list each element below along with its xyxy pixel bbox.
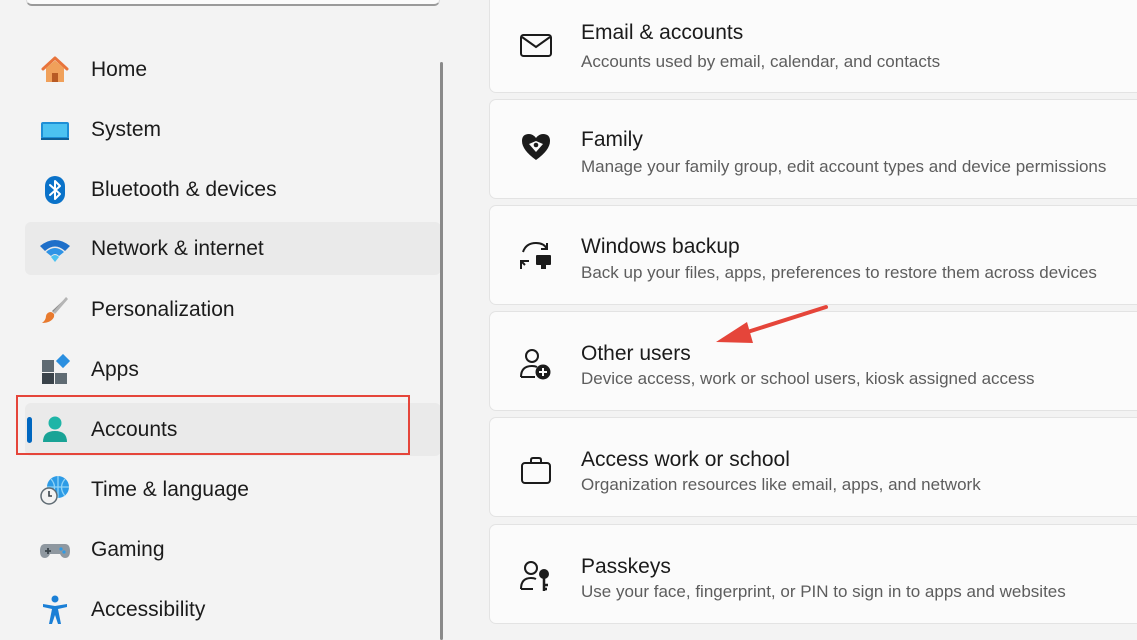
sidebar-item-label: System bbox=[91, 117, 162, 141]
search-settings-input[interactable] bbox=[26, 0, 440, 6]
card-access-work-school[interactable]: Access work or school Organization resou… bbox=[489, 417, 1137, 517]
sidebar-item-label: Bluetooth & devices bbox=[91, 177, 277, 201]
navigation-sidebar: Home System Bluetooth & devices Network … bbox=[0, 0, 444, 640]
gamepad-icon bbox=[39, 534, 71, 566]
card-title: Windows backup bbox=[581, 235, 740, 258]
card-description: Back up your files, apps, preferences to… bbox=[581, 263, 1097, 282]
card-description: Accounts used by email, calendar, and co… bbox=[581, 52, 941, 71]
sidebar-item-gaming[interactable]: Gaming bbox=[25, 523, 441, 576]
sidebar-item-label: Home bbox=[91, 57, 148, 81]
sidebar-item-home[interactable]: Home bbox=[25, 43, 441, 96]
wifi-icon bbox=[39, 233, 71, 265]
bluetooth-icon bbox=[39, 174, 71, 206]
sidebar-item-label: Apps bbox=[91, 357, 139, 381]
card-title: Family bbox=[581, 128, 643, 151]
card-email-accounts[interactable]: Email & accounts Accounts used by email,… bbox=[489, 0, 1137, 93]
sidebar-item-time-language[interactable]: Time & language bbox=[25, 463, 441, 516]
card-description: Organization resources like email, apps,… bbox=[581, 475, 981, 494]
apps-icon bbox=[39, 354, 71, 386]
sidebar-item-network[interactable]: Network & internet bbox=[25, 222, 441, 275]
sidebar-scrollbar[interactable] bbox=[440, 62, 443, 640]
sidebar-item-label: Gaming bbox=[91, 537, 165, 561]
system-monitor-icon bbox=[39, 114, 71, 146]
sidebar-item-personalization[interactable]: Personalization bbox=[25, 283, 441, 336]
sidebar-item-apps[interactable]: Apps bbox=[25, 343, 441, 396]
home-icon bbox=[39, 54, 71, 86]
annotation-arrow bbox=[716, 305, 828, 343]
sidebar-item-bluetooth[interactable]: Bluetooth & devices bbox=[25, 163, 441, 216]
sidebar-item-label: Time & language bbox=[91, 477, 249, 501]
accessibility-icon bbox=[39, 594, 71, 626]
card-family[interactable]: Family Manage your family group, edit ac… bbox=[489, 99, 1137, 199]
card-title: Email & accounts bbox=[581, 21, 744, 44]
backup-sync-icon bbox=[518, 238, 554, 274]
annotation-highlight-box bbox=[16, 395, 410, 455]
sidebar-item-label: Network & internet bbox=[91, 236, 264, 260]
family-heart-icon bbox=[518, 129, 554, 165]
paintbrush-icon bbox=[39, 294, 71, 326]
add-user-icon bbox=[518, 346, 554, 382]
card-title: Passkeys bbox=[581, 555, 671, 578]
sidebar-item-label: Personalization bbox=[91, 297, 235, 321]
passkey-icon bbox=[518, 558, 554, 594]
sidebar-item-accessibility[interactable]: Accessibility bbox=[25, 583, 441, 636]
card-title: Other users bbox=[581, 342, 691, 365]
mail-icon bbox=[518, 27, 554, 63]
card-title: Access work or school bbox=[581, 448, 790, 471]
card-passkeys[interactable]: Passkeys Use your face, fingerprint, or … bbox=[489, 524, 1137, 624]
clock-globe-icon bbox=[39, 474, 71, 506]
card-description: Manage your family group, edit account t… bbox=[581, 157, 1107, 176]
card-description: Device access, work or school users, kio… bbox=[581, 369, 1035, 388]
sidebar-item-system[interactable]: System bbox=[25, 103, 441, 156]
sidebar-item-label: Accessibility bbox=[91, 597, 206, 621]
briefcase-icon bbox=[518, 453, 554, 489]
card-description: Use your face, fingerprint, or PIN to si… bbox=[581, 582, 1066, 601]
